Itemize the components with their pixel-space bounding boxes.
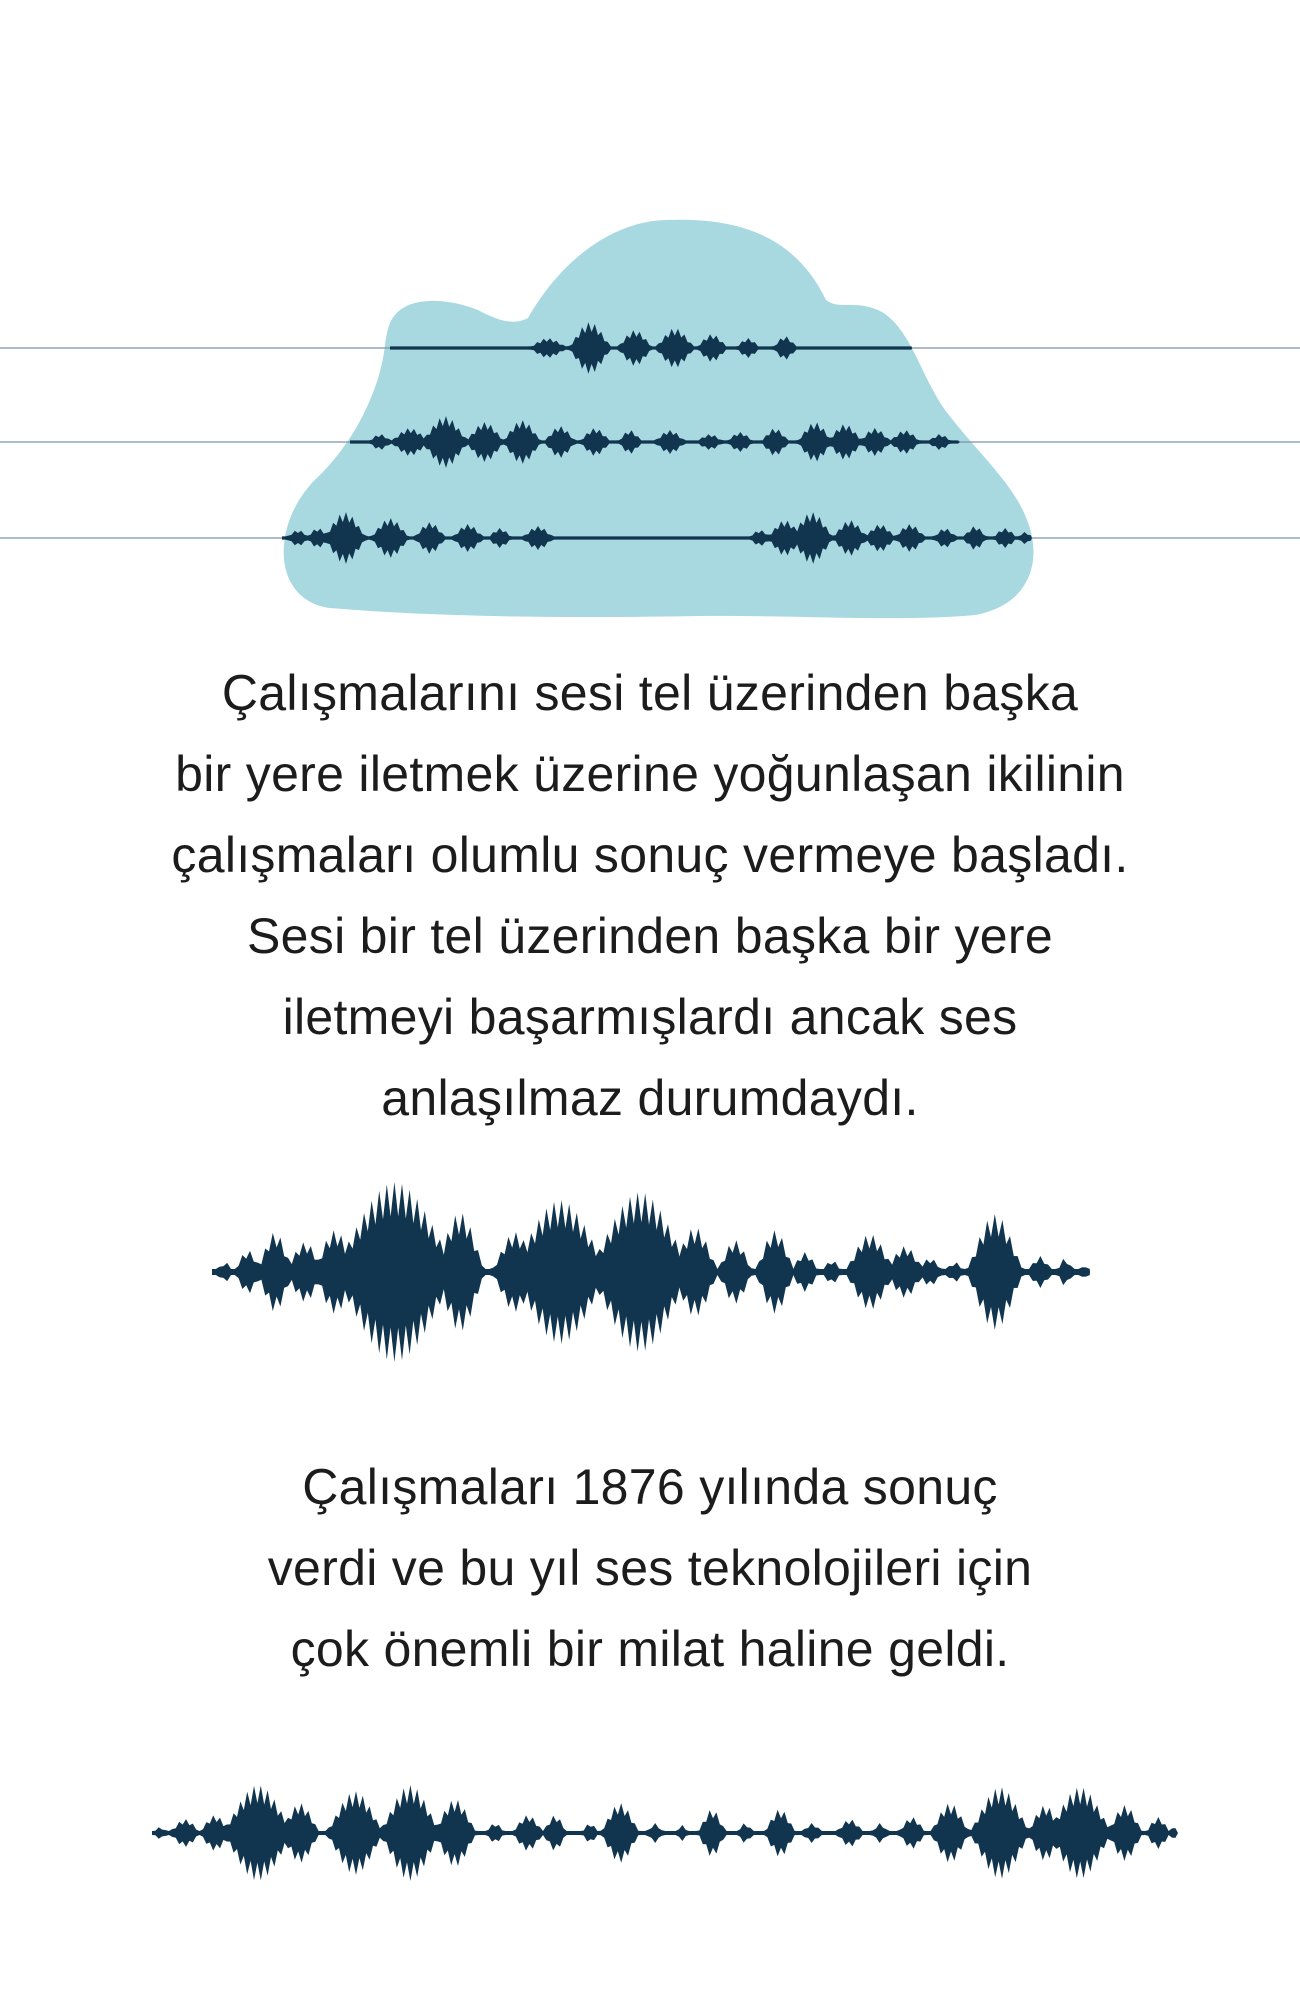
waveform-path [152, 1785, 1178, 1881]
sound-wave-bottom [152, 1785, 1178, 1881]
paragraph-1-line: Çalışmalarını sesi tel üzerinden başka [221, 665, 1079, 721]
paragraph-1-line: Sesi bir tel üzerinden başka bir yere [247, 908, 1053, 964]
paragraph-2: Çalışmaları 1876 yılında sonuç verdi ve … [0, 1447, 1300, 1690]
paragraph-1-line: çalışmaları olumlu sonuç vermeye başladı… [171, 827, 1129, 883]
waveform-path [212, 1182, 1090, 1362]
cloud-shape [283, 219, 1034, 619]
paragraph-1-line: iletmeyi başarmışlardı ancak ses [282, 989, 1018, 1045]
paragraph-1-line: bir yere iletmek üzerine yoğunlaşan ikil… [175, 746, 1125, 802]
paragraph-2-line: verdi ve bu yıl ses teknolojileri için [267, 1540, 1033, 1596]
paragraph-1: Çalışmalarını sesi tel üzerinden başka b… [0, 653, 1300, 1139]
paragraph-1-line: anlaşılmaz durumdaydı. [381, 1070, 919, 1126]
sound-wave-large [212, 1182, 1090, 1362]
paragraph-2-line: çok önemli bir milat haline geldi. [290, 1621, 1010, 1677]
paragraph-2-line: Çalışmaları 1876 yılında sonuç [302, 1459, 998, 1515]
